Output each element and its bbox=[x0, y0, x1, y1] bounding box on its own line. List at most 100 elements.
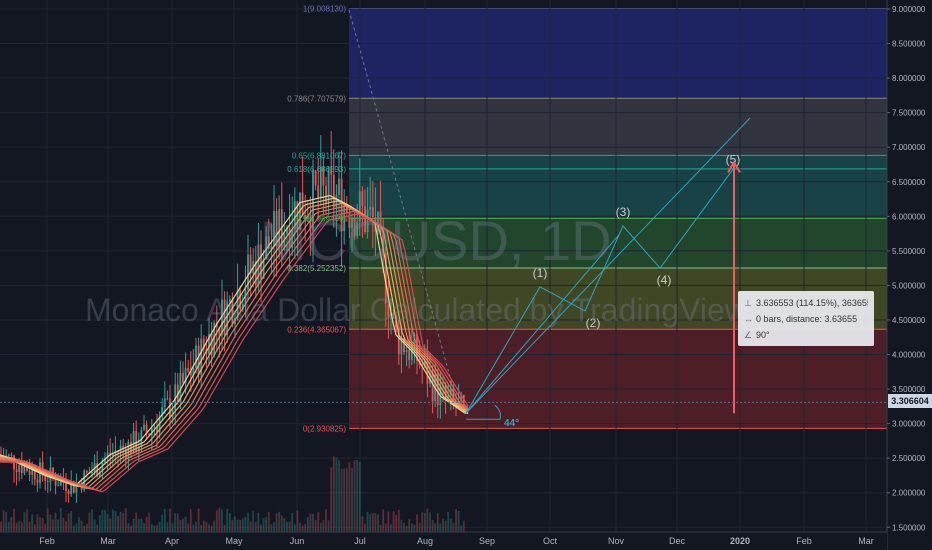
volume-bar bbox=[13, 508, 15, 532]
candle-body bbox=[7, 454, 10, 456]
volume-bar bbox=[371, 513, 374, 532]
volume-bar bbox=[67, 513, 70, 532]
measure-price-row: ⊥ 3.636553 (114.15%), 3636553 bbox=[744, 295, 868, 311]
volume-bar bbox=[254, 521, 257, 532]
volume-bar bbox=[31, 514, 34, 532]
volume-bar bbox=[382, 509, 385, 532]
time-axis-bg bbox=[0, 532, 887, 550]
volume-bar bbox=[91, 509, 93, 532]
volume-bar bbox=[210, 525, 213, 532]
volume-bar bbox=[299, 522, 301, 532]
price-tick-label: 1.500000 bbox=[892, 523, 926, 532]
fib-zone bbox=[349, 218, 887, 268]
volume-bar bbox=[145, 516, 148, 532]
volume-bar bbox=[353, 460, 356, 532]
candle-body bbox=[166, 398, 169, 400]
volume-bar bbox=[462, 520, 465, 532]
volume-bar bbox=[28, 521, 31, 532]
volume-bar bbox=[158, 521, 161, 532]
volume-bar bbox=[395, 514, 398, 532]
candle-body bbox=[353, 217, 356, 237]
volume-bar bbox=[36, 514, 39, 532]
volume-bar bbox=[392, 511, 395, 532]
candle-body bbox=[10, 454, 13, 456]
candle-body bbox=[231, 299, 234, 324]
fib-level-label: 0.65(6.881067) bbox=[292, 151, 347, 160]
volume-bar bbox=[10, 517, 13, 532]
volume-bar bbox=[332, 456, 335, 532]
volume-bar bbox=[130, 525, 132, 532]
volume-bar bbox=[345, 468, 348, 532]
volume-bar bbox=[114, 511, 117, 532]
candle-body bbox=[408, 350, 411, 361]
volume-bar bbox=[78, 517, 80, 532]
volume-bar bbox=[275, 513, 278, 532]
candle-body bbox=[325, 185, 327, 204]
wave-label: (4) bbox=[657, 273, 672, 287]
candle-body bbox=[332, 174, 335, 208]
volume-bar bbox=[7, 521, 10, 532]
volume-bar bbox=[169, 508, 171, 532]
volume-bar bbox=[452, 522, 455, 532]
volume-bar bbox=[140, 518, 143, 532]
volume-bar bbox=[41, 518, 44, 532]
chart-window[interactable]: (1) (2) (3) (4) (5) 44° 1(9.008130) 0.786(7.70… bbox=[0, 0, 932, 550]
candle-body bbox=[65, 482, 67, 492]
volume-bar bbox=[150, 524, 153, 532]
volume-bar bbox=[189, 509, 192, 532]
volume-bar bbox=[122, 513, 125, 532]
volume-bar bbox=[223, 524, 226, 532]
candle-body bbox=[67, 491, 70, 495]
volume-bar bbox=[200, 525, 203, 532]
volume-bar bbox=[379, 524, 382, 532]
candle-body bbox=[288, 227, 291, 248]
volume-bar bbox=[109, 518, 112, 532]
volume-bar bbox=[314, 520, 317, 532]
volume-bar bbox=[244, 516, 247, 532]
measure-price-text: 3.636553 (114.15%), 3636553 bbox=[756, 298, 868, 308]
volume-bar bbox=[270, 524, 273, 532]
volume-bar bbox=[390, 524, 392, 532]
candle-body bbox=[182, 372, 184, 383]
volume-bar bbox=[176, 513, 179, 532]
price-tick-label: 7.000000 bbox=[892, 143, 926, 152]
volume-bar bbox=[221, 509, 223, 532]
fib-level-label: 0.236(4.365067) bbox=[287, 325, 346, 334]
candle-body bbox=[236, 290, 239, 319]
volume-bar bbox=[405, 525, 408, 532]
volume-bar bbox=[330, 467, 333, 532]
volume-bar bbox=[57, 519, 60, 532]
measure-angle-row: ∠ 90° bbox=[744, 327, 868, 343]
volume-bar bbox=[195, 521, 197, 532]
fib-zone bbox=[349, 155, 887, 169]
volume-bar bbox=[93, 519, 96, 532]
volume-bar bbox=[286, 521, 288, 532]
measure-bars-row: ↔ 0 bars, distance: 3.63655 bbox=[744, 311, 868, 327]
volume-bar bbox=[418, 522, 421, 532]
volume-bar bbox=[343, 468, 346, 532]
volume-bar bbox=[306, 517, 309, 532]
volume-bar bbox=[80, 520, 83, 532]
volume-bar bbox=[247, 512, 249, 532]
volume-bar bbox=[163, 508, 166, 532]
volume-bar bbox=[62, 517, 65, 532]
current-price-badge: 3.306604 bbox=[888, 394, 932, 408]
volume-bar bbox=[26, 509, 28, 532]
volume-bar bbox=[283, 517, 286, 532]
volume-bar bbox=[23, 512, 26, 532]
time-tick-label: May bbox=[225, 536, 243, 546]
volume-bar bbox=[410, 523, 413, 532]
candle-body bbox=[356, 221, 359, 237]
volume-bar bbox=[348, 462, 351, 532]
wave-label: (2) bbox=[586, 316, 601, 330]
volume-bar bbox=[179, 519, 182, 532]
volume-bar bbox=[101, 509, 104, 532]
time-tick-label: Sep bbox=[479, 536, 495, 546]
volume-bar bbox=[5, 511, 8, 532]
volume-bar bbox=[293, 524, 296, 532]
candle-body bbox=[338, 178, 340, 195]
volume-bar bbox=[2, 510, 5, 532]
volume-bar bbox=[72, 525, 75, 532]
volume-bar bbox=[384, 523, 387, 532]
price-chart[interactable]: (1)(2)(3)(4)(5)44° 1(9.008130)0.786(7.70… bbox=[0, 0, 932, 550]
